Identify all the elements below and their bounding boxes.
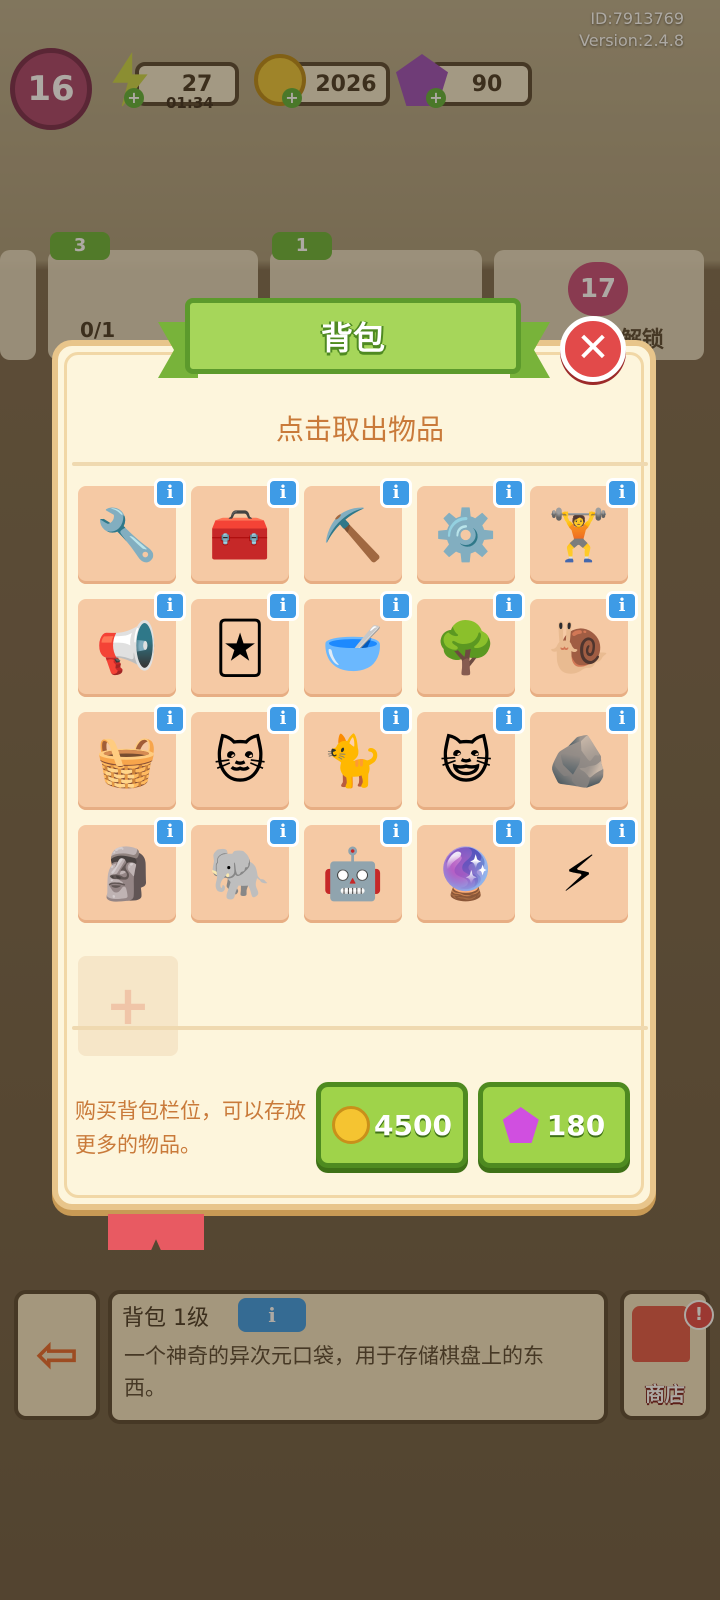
- dialog-title-ribbon: 背包: [185, 298, 521, 374]
- info-button[interactable]: i: [606, 478, 638, 508]
- divider-top: [72, 462, 648, 466]
- backpack-slot[interactable]: 🐌 i: [530, 591, 638, 697]
- coin-icon: [332, 1106, 371, 1144]
- info-button[interactable]: i: [493, 478, 525, 508]
- divider-bottom: [72, 1026, 648, 1030]
- info-button[interactable]: i: [380, 817, 412, 847]
- backpack-slot[interactable]: 📢 i: [78, 591, 186, 697]
- backpack-slot[interactable]: 🔮 i: [417, 817, 525, 923]
- backpack-slot[interactable]: 🤖 i: [304, 817, 412, 923]
- info-button[interactable]: i: [380, 704, 412, 734]
- info-button[interactable]: i: [267, 591, 299, 621]
- backpack-slot[interactable]: 🐘 i: [191, 817, 299, 923]
- info-button[interactable]: i: [606, 591, 638, 621]
- backpack-slot[interactable]: 😺 i: [417, 704, 525, 810]
- info-button[interactable]: i: [606, 704, 638, 734]
- buy-with-gems-button[interactable]: 180: [478, 1082, 630, 1168]
- gem-price: 180: [546, 1108, 606, 1142]
- backpack-slot[interactable]: ⛏️ i: [304, 478, 412, 584]
- close-button[interactable]: ✕: [560, 316, 626, 382]
- backpack-slot[interactable]: 🐱 i: [191, 704, 299, 810]
- dialog-title: 背包: [320, 319, 385, 357]
- backpack-slot[interactable]: 🔧 i: [78, 478, 186, 584]
- backpack-slot[interactable]: 🏋️ i: [530, 478, 638, 584]
- info-button[interactable]: i: [493, 817, 525, 847]
- backpack-slot[interactable]: 🧰 i: [191, 478, 299, 584]
- coin-price: 4500: [374, 1108, 452, 1142]
- gem-icon: [502, 1107, 539, 1143]
- add-slot-icon: +: [105, 974, 151, 1037]
- info-button[interactable]: i: [154, 817, 186, 847]
- backpack-slot[interactable]: ⚡ i: [530, 817, 638, 923]
- backpack-slot[interactable]: 🐈 i: [304, 704, 412, 810]
- buy-slot-description: 购买背包栏位，可以存放更多的物品。: [75, 1099, 306, 1157]
- info-button[interactable]: i: [267, 817, 299, 847]
- info-button[interactable]: i: [493, 591, 525, 621]
- info-button[interactable]: i: [380, 478, 412, 508]
- backpack-slot[interactable]: 🧺 i: [78, 704, 186, 810]
- info-button[interactable]: i: [154, 704, 186, 734]
- backpack-slot[interactable]: 🪨 i: [530, 704, 638, 810]
- info-button[interactable]: i: [267, 478, 299, 508]
- info-button[interactable]: i: [493, 704, 525, 734]
- info-button[interactable]: i: [267, 704, 299, 734]
- dialog-hint: 点击取出物品: [275, 413, 444, 446]
- backpack-slot[interactable]: 🃏 i: [191, 591, 299, 697]
- backpack-slot[interactable]: ⚙️ i: [417, 478, 525, 584]
- info-button[interactable]: i: [606, 817, 638, 847]
- empty-slot[interactable]: +: [78, 956, 178, 1056]
- info-button[interactable]: i: [154, 478, 186, 508]
- info-button[interactable]: i: [154, 591, 186, 621]
- info-button[interactable]: i: [380, 591, 412, 621]
- backpack-slot[interactable]: 🥣 i: [304, 591, 412, 697]
- backpack-slot[interactable]: 🌳 i: [417, 591, 525, 697]
- buy-with-coins-button[interactable]: 4500: [316, 1082, 468, 1168]
- backpack-slot[interactable]: 🗿 i: [78, 817, 186, 923]
